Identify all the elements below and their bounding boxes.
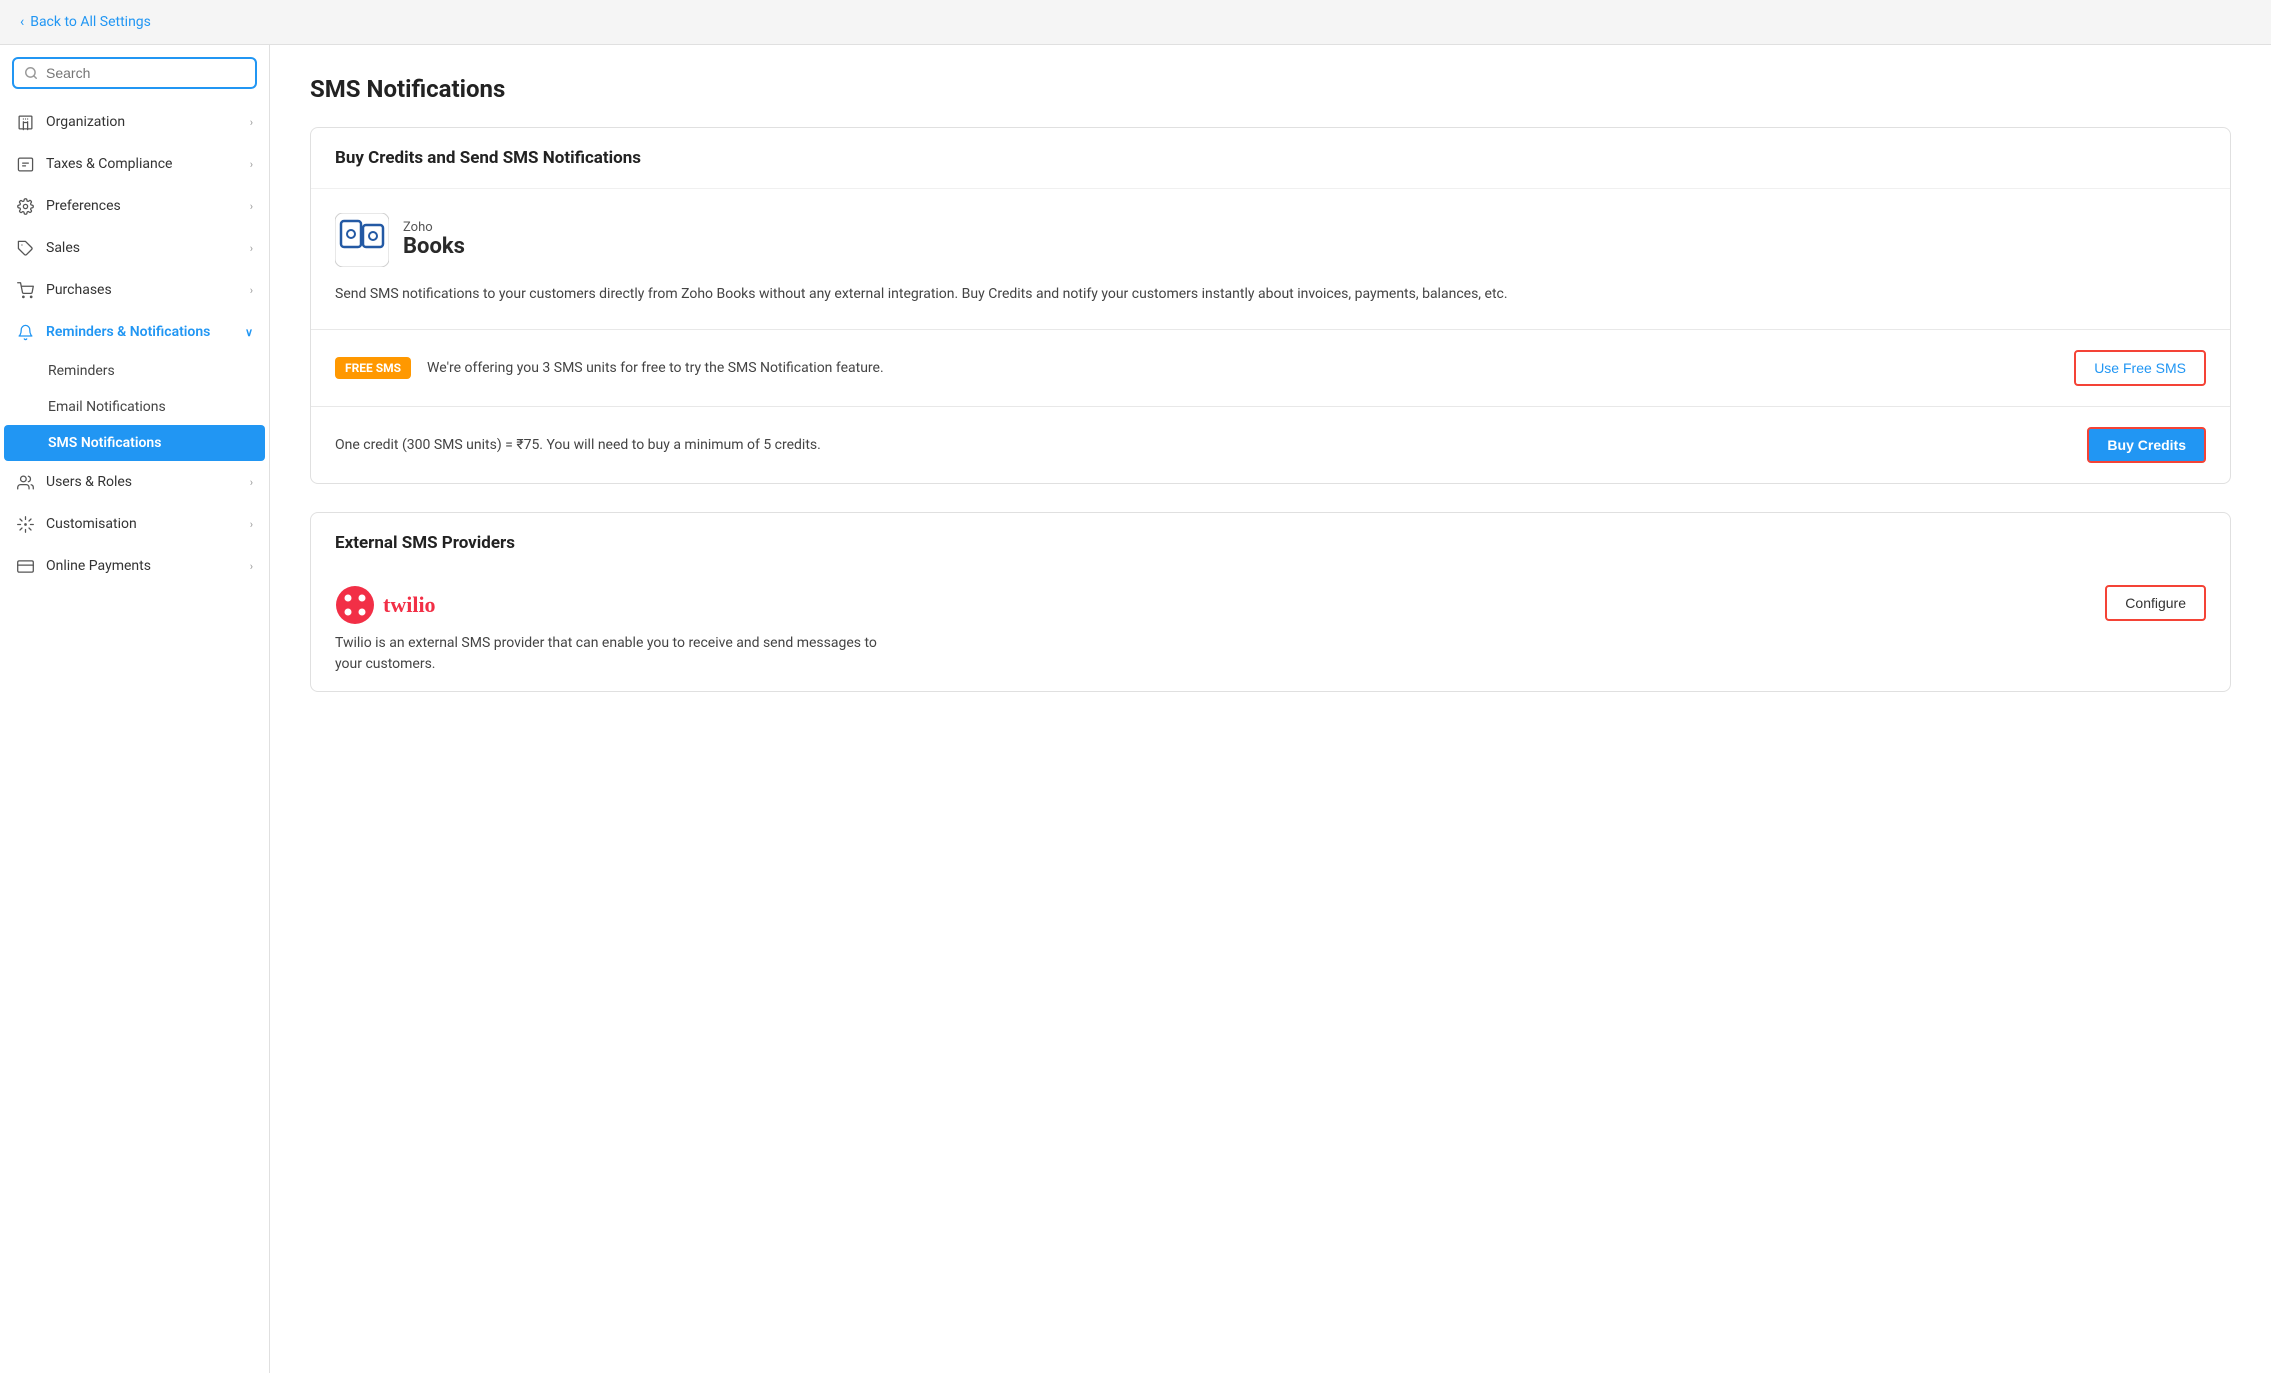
twilio-icon [335, 585, 375, 625]
sidebar-item-reminders[interactable]: Reminders & Notifications ∨ [0, 311, 269, 353]
top-bar: ‹ Back to All Settings [0, 0, 2271, 45]
buy-credits-card: Buy Credits and Send SMS Notifications [310, 127, 2231, 484]
preferences-icon [16, 197, 34, 215]
zoho-books-logo-icon [335, 213, 389, 267]
sidebar-item-preferences-label: Preferences [46, 198, 121, 214]
free-sms-row: FREE SMS We're offering you 3 SMS units … [311, 330, 2230, 407]
configure-button[interactable]: Configure [2105, 585, 2206, 621]
buy-section-description: Send SMS notifications to your customers… [335, 283, 2206, 305]
sidebar-navigation: Organization › Taxes & Compliance › [0, 97, 269, 1373]
sidebar-item-taxes-label: Taxes & Compliance [46, 156, 172, 172]
zoho-brand-text: Zoho [403, 221, 465, 235]
sidebar-item-purchases-label: Purchases [46, 282, 112, 298]
sidebar: Organization › Taxes & Compliance › [0, 45, 270, 1373]
chevron-right-icon-prefs: › [250, 200, 253, 213]
buy-section-heading: Buy Credits and Send SMS Notifications [311, 128, 2230, 189]
chevron-right-icon-taxes: › [250, 158, 253, 171]
sidebar-subitem-sms-notifications[interactable]: SMS Notifications [4, 425, 265, 461]
search-icon [24, 66, 38, 80]
customisation-icon [16, 515, 34, 533]
twilio-description: Twilio is an external SMS provider that … [335, 633, 895, 675]
app-body: Organization › Taxes & Compliance › [0, 45, 2271, 1373]
twilio-logo: twilio [335, 585, 895, 625]
search-input[interactable] [46, 65, 245, 81]
chevron-right-icon-custom: › [250, 518, 253, 531]
sidebar-item-organization[interactable]: Organization › [0, 101, 269, 143]
tax-icon [16, 155, 34, 173]
zoho-logo-block [335, 213, 389, 267]
buy-credits-button[interactable]: Buy Credits [2087, 427, 2206, 463]
buy-credits-text: One credit (300 SMS units) = ₹75. You wi… [335, 437, 821, 453]
search-input-wrapper[interactable] [12, 57, 257, 89]
buy-credits-row: One credit (300 SMS units) = ₹75. You wi… [311, 407, 2230, 483]
sidebar-item-reminders-label: Reminders & Notifications [46, 324, 210, 340]
buy-section-inner: Zoho Books Send SMS notifications to you… [311, 189, 2230, 329]
sidebar-item-users-label: Users & Roles [46, 474, 132, 490]
credit-card-icon [16, 557, 34, 575]
sidebar-item-online-payments-label: Online Payments [46, 558, 151, 574]
chevron-right-icon-sales: › [250, 242, 253, 255]
back-chevron-icon: ‹ [20, 14, 24, 30]
bell-icon [16, 323, 34, 341]
sidebar-item-taxes[interactable]: Taxes & Compliance › [0, 143, 269, 185]
sidebar-item-sales[interactable]: Sales › [0, 227, 269, 269]
twilio-brand-name: twilio [383, 592, 436, 618]
sidebar-item-online-payments[interactable]: Online Payments › [0, 545, 269, 587]
free-sms-text: We're offering you 3 SMS units for free … [427, 360, 884, 376]
books-product-text: Books [403, 235, 465, 259]
free-sms-badge: FREE SMS [335, 357, 411, 379]
sidebar-item-purchases[interactable]: Purchases › [0, 269, 269, 311]
zoho-books-header: Zoho Books [335, 213, 2206, 267]
sidebar-item-organization-label: Organization [46, 114, 125, 130]
chevron-right-icon-purchases: › [250, 284, 253, 297]
zoho-books-name: Zoho Books [403, 221, 465, 259]
sidebar-item-users[interactable]: Users & Roles › [0, 461, 269, 503]
external-providers-section: External SMS Providers [310, 512, 2231, 692]
purchases-icon [16, 281, 34, 299]
sidebar-subitem-reminders[interactable]: Reminders [0, 353, 269, 389]
search-container [0, 45, 269, 97]
sales-icon [16, 239, 34, 257]
chevron-right-icon-payments: › [250, 560, 253, 573]
building-icon [16, 113, 34, 131]
sidebar-item-customisation[interactable]: Customisation › [0, 503, 269, 545]
sidebar-subitem-email-notifications[interactable]: Email Notifications [0, 389, 269, 425]
sidebar-item-sales-label: Sales [46, 240, 80, 256]
users-icon [16, 473, 34, 491]
page-title: SMS Notifications [310, 75, 2231, 103]
main-content: SMS Notifications Buy Credits and Send S… [270, 45, 2271, 1373]
use-free-sms-button[interactable]: Use Free SMS [2074, 350, 2206, 386]
twilio-row: twilio Twilio is an external SMS provide… [311, 569, 2230, 691]
chevron-right-icon-users: › [250, 476, 253, 489]
chevron-right-icon: › [250, 116, 253, 129]
back-to-settings-link[interactable]: Back to All Settings [30, 14, 151, 30]
sidebar-item-preferences[interactable]: Preferences › [0, 185, 269, 227]
external-section-heading: External SMS Providers [311, 513, 2230, 569]
sidebar-item-customisation-label: Customisation [46, 516, 137, 532]
chevron-down-icon-reminders: ∨ [245, 326, 253, 339]
